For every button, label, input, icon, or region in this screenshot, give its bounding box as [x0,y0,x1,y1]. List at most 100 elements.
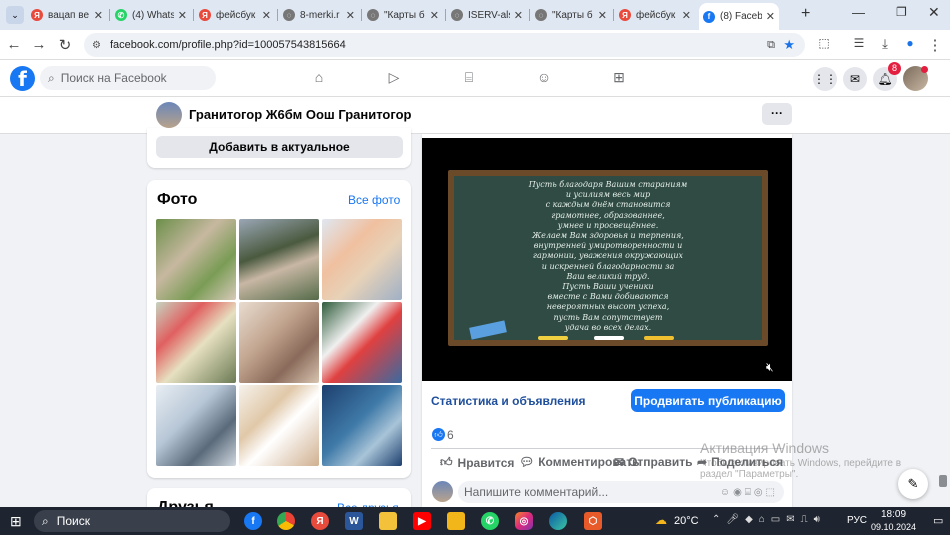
profile-icon[interactable]: ● [901,36,919,50]
close-tab-icon[interactable]: ✕ [430,9,439,22]
marketplace-icon[interactable]: ⌸ [459,69,479,87]
new-message-button[interactable]: ✎ [898,469,928,499]
install-app-icon[interactable]: ⧉ [767,39,775,52]
bookmark-star-icon[interactable]: ★ [783,37,795,53]
facebook-logo[interactable]: f [10,66,35,91]
menu-grid-icon[interactable]: ⋮⋮ [813,67,837,91]
home-icon[interactable]: ⌂ [309,69,329,87]
stats-link[interactable]: Статистика и объявления [431,394,585,408]
close-tab-icon[interactable]: ✕ [682,9,691,22]
explorer-taskbar-icon[interactable] [379,512,397,530]
close-tab-icon[interactable]: ✕ [262,9,271,22]
close-window-button[interactable]: ✕ [928,4,940,21]
notifications-center-icon[interactable]: ▭ [933,514,943,527]
edge-taskbar-icon[interactable] [549,512,567,530]
globe-icon: ◌ [451,9,463,21]
tab-separator [445,9,446,21]
photo-thumbnail[interactable] [322,302,402,383]
groups-icon[interactable]: ☺ [534,69,554,87]
photo-thumbnail[interactable] [156,219,236,300]
site-info-icon[interactable]: ⚙ [92,40,101,51]
photo-thumbnail[interactable] [322,219,402,300]
post-video[interactable]: Пусть благодаря Вашим стараниям и усилия… [422,138,792,381]
comment-tools-icons[interactable]: ☺◉⌸◎⬚ [720,487,778,498]
tray-icons[interactable]: ⌃🎤︎◆⌂▭✉⎍🔊︎ [712,514,826,525]
yandex-taskbar-icon[interactable]: Я [311,512,329,530]
photo-thumbnail[interactable] [156,302,236,383]
whatsapp-taskbar-icon[interactable]: ✆ [481,512,499,530]
photo-thumbnail[interactable] [239,302,319,383]
all-photos-link[interactable]: Все фото [348,193,400,207]
reload-button[interactable]: ↻ [56,36,74,54]
browser-menu-icon[interactable]: ⋮ [926,36,944,54]
photo-thumbnail[interactable] [156,385,236,466]
app-taskbar-icon[interactable]: ⬡ [584,512,602,530]
minimize-button[interactable]: — [852,5,865,20]
browser-tab-bar: ⌄ Явацап ве ✕ ✆ (4) Whats ✕ Яфейсбук - ✕ ◌ 8-mer… [0,0,950,30]
browser-tab[interactable]: f (8) Faceb ✕ [699,3,779,30]
browser-tab[interactable]: ◌ "Карты б ✕ [363,4,443,26]
download-icon[interactable]: ⤓ [876,36,894,52]
clock-time[interactable]: 18:09 [881,509,906,520]
instagram-taskbar-icon[interactable]: ◎ [515,512,533,530]
word-taskbar-icon[interactable]: W [345,512,363,530]
close-tab-icon[interactable]: ✕ [94,9,103,22]
browser-tab[interactable]: Явацап ве ✕ [27,4,107,26]
youtube-taskbar-icon[interactable]: ▶ [413,512,431,530]
tab-separator [529,9,530,21]
commenter-avatar[interactable] [432,481,453,502]
mute-icon[interactable]: 🔇︎ [766,360,774,375]
messenger-icon[interactable]: ✉ [843,67,867,91]
facebook-search-input[interactable]: ⌕ Поиск на Facebook [40,66,216,90]
new-tab-button[interactable]: + [801,5,810,23]
gaming-icon[interactable]: ⊞ [609,69,629,87]
restore-button[interactable]: ❐ [896,5,907,19]
back-button[interactable]: ← [5,36,23,53]
page-avatar[interactable] [156,102,182,128]
search-icon: ⌕ [48,70,55,85]
close-tab-icon[interactable]: ✕ [346,9,355,22]
add-featured-button[interactable]: Добавить в актуальное [156,136,403,158]
app-taskbar-icon[interactable] [447,512,465,530]
clock-date[interactable]: 09.10.2024 [871,522,916,532]
close-tab-icon[interactable]: ✕ [178,9,187,22]
comment-input[interactable]: Напишите комментарий... ☺◉⌸◎⬚ [458,481,784,503]
promote-post-button[interactable]: Продвигать публикацию [631,389,785,412]
page-more-button[interactable]: ··· [762,103,792,125]
chrome-taskbar-icon[interactable] [277,512,295,530]
tab-separator [613,9,614,21]
forward-button[interactable]: → [30,36,48,53]
close-tab-icon[interactable]: ✕ [514,9,523,22]
video-icon[interactable]: ▷ [384,69,404,87]
tab-separator [109,9,110,21]
close-tab-icon[interactable]: ✕ [766,10,775,23]
browser-tab[interactable]: ◌ "Карты б ✕ [531,4,611,26]
photo-thumbnail[interactable] [239,219,319,300]
tab-title: 8-merki.r [300,9,340,21]
language-indicator[interactable]: РУС [847,515,867,526]
browser-tab[interactable]: ◌ ISERV-als ✕ [447,4,527,26]
address-bar[interactable]: ⚙ facebook.com/profile.php?id=1000575438… [84,33,805,57]
browser-tab[interactable]: Яфейсбук - ✕ [195,4,275,26]
browser-tab[interactable]: Яфейсбук - ✕ [615,4,695,26]
weather-temp[interactable]: 20°C [674,515,699,527]
share-arrow-icon: ➦ [697,455,708,469]
browser-tab[interactable]: ◌ 8-merki.r ✕ [279,4,359,26]
photo-thumbnail[interactable] [322,385,402,466]
photo-thumbnail[interactable] [239,385,319,466]
page-scrollbar[interactable] [939,475,947,487]
browser-tab[interactable]: ✆ (4) Whats ✕ [111,4,191,26]
start-button[interactable]: ⊞ [10,513,22,530]
extensions-icon[interactable]: ⬚ [815,36,833,50]
close-tab-icon[interactable]: ✕ [598,9,607,22]
share-button[interactable]: ➦ Поделиться [697,455,783,469]
likes-count[interactable]: 6 [447,428,454,442]
like-button[interactable]: 👍︎ Нравится [440,455,514,470]
send-button[interactable]: ✉ Отправить [614,455,693,469]
media-icon[interactable]: ☰ [850,36,868,50]
taskbar-search[interactable]: ⌕ Поиск [34,510,230,532]
tab-search-button[interactable]: ⌄ [6,6,24,24]
facebook-taskbar-icon[interactable]: f [244,512,262,530]
browser-toolbar: ← → ↻ ⚙ facebook.com/profile.php?id=1000… [0,30,950,60]
page-title[interactable]: Гранитогор Ж6бм Оош Гранитогор [189,107,411,122]
